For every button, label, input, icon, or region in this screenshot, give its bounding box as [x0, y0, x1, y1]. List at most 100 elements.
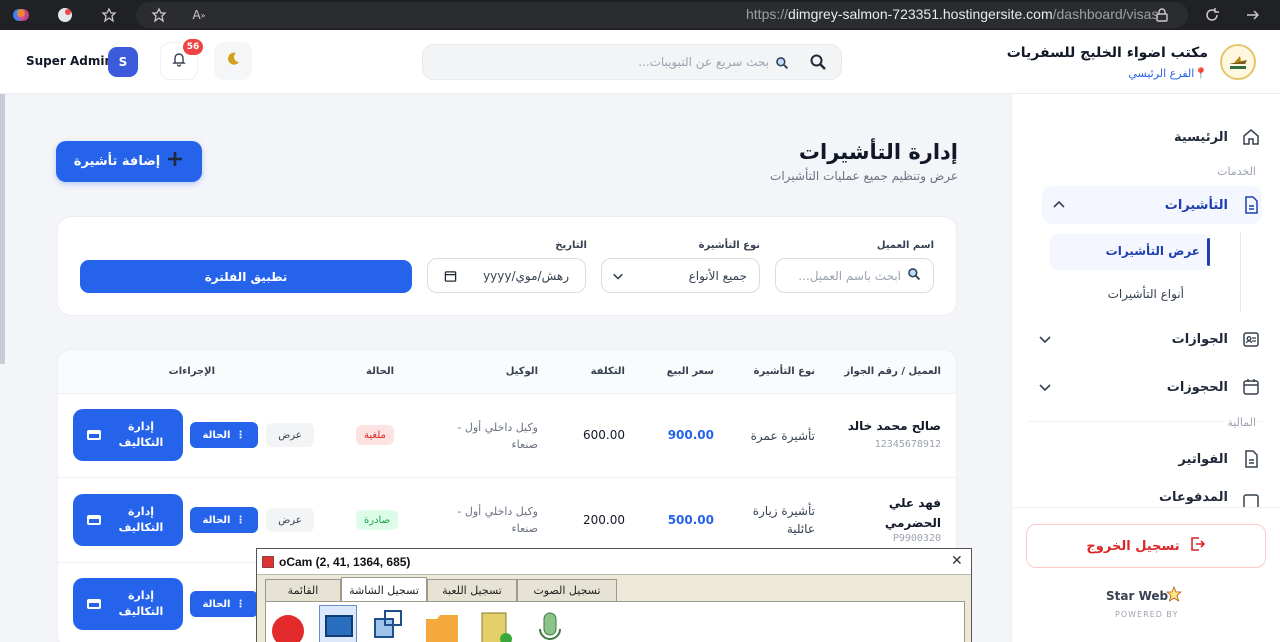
- row1-view-button[interactable]: عرض: [266, 423, 314, 447]
- ocam-tab-audio-record[interactable]: تسجيل الصوت: [517, 579, 617, 601]
- client-label: اسم العميل: [876, 240, 934, 251]
- ocam-tab-screen-record[interactable]: تسجيل الشاشة: [341, 577, 427, 602]
- pin-icon: 📍: [1194, 67, 1208, 80]
- invoice-icon: [1240, 448, 1262, 470]
- row3-status-button[interactable]: ⋮ الحالة: [190, 591, 258, 617]
- read-aloud-icon[interactable]: A»: [190, 6, 208, 24]
- brand-name: مكتب اضواء الخليج للسفريات: [1006, 45, 1208, 61]
- row1-passport: 12345678912: [874, 439, 941, 450]
- sidebar-subitem-visa-types[interactable]: أنواع التأشيرات: [1108, 287, 1184, 301]
- home-icon: [1240, 126, 1262, 148]
- date-input[interactable]: yyyy/رهش/موي: [427, 258, 586, 293]
- row1-costs-button[interactable]: إدارة التكاليف: [73, 409, 183, 461]
- th-actions: الإجراءات: [168, 366, 215, 377]
- copilot-icon[interactable]: [12, 6, 30, 24]
- moon-icon: [225, 51, 241, 71]
- apply-filter-button[interactable]: تطبيق الفلترة: [80, 260, 412, 293]
- row1-status-button[interactable]: ⋮ الحالة: [190, 422, 258, 448]
- wallet-icon: [87, 599, 101, 609]
- search-emoji-icon: [775, 55, 789, 74]
- row2-view-button[interactable]: عرض: [266, 508, 314, 532]
- app-header: Super Admin S 56 بحث سريع عن التبويبات..…: [0, 30, 1280, 94]
- th-status: الحالة: [366, 366, 394, 377]
- favorite-icon[interactable]: [150, 6, 168, 24]
- browser-toolbar: A» https://dimgrey-salmon-723351.hosting…: [0, 0, 1280, 30]
- type-label: نوع التأشيرة: [698, 240, 760, 251]
- ocam-titlebar[interactable]: oCam (2, 41, 1364, 685) ✕: [257, 549, 971, 575]
- id-card-icon: [1240, 328, 1262, 350]
- chevron-down-icon: [1038, 380, 1052, 398]
- search-icon: [907, 267, 921, 284]
- codec-icon[interactable]: [477, 605, 515, 642]
- resize-icon[interactable]: [369, 605, 407, 642]
- forward-icon[interactable]: [1244, 6, 1262, 24]
- microphone-icon[interactable]: [531, 605, 569, 642]
- logout-icon: [1188, 535, 1206, 557]
- row-divider: [58, 477, 956, 478]
- page-title: إدارة التأشيرات: [798, 140, 958, 164]
- url-text[interactable]: https://dimgrey-salmon-723351.hostingers…: [746, 6, 1158, 22]
- avatar[interactable]: S: [108, 47, 138, 77]
- row1-client-name: صالح محمد خالد: [847, 419, 941, 433]
- sidebar-item-bookings[interactable]: الحجوزات: [1028, 368, 1262, 406]
- row1-agent: وكيل داخلي أول - صنعاء: [457, 421, 538, 451]
- row3-costs-button[interactable]: إدارة التكاليف: [73, 578, 183, 630]
- chevron-up-icon: [1052, 198, 1066, 216]
- th-cost: التكلفة: [590, 366, 625, 377]
- calendar-icon: [444, 270, 457, 286]
- row2-status-badge: صادرة: [356, 510, 399, 530]
- sidebar-item-visas[interactable]: التأشيرات: [1042, 186, 1262, 224]
- add-visa-button[interactable]: إضافة تأشيرة: [56, 141, 202, 182]
- user-name[interactable]: Super Admin: [26, 54, 113, 68]
- row2-status-button[interactable]: ⋮ الحالة: [190, 507, 258, 533]
- row2-cost: 200.00: [583, 513, 625, 527]
- sidebar-item-invoices[interactable]: الفواتير: [1028, 440, 1262, 478]
- close-icon[interactable]: ✕: [951, 553, 963, 569]
- ocam-tab-game-record[interactable]: تسجيل اللعبة: [427, 579, 517, 601]
- row1-cost: 600.00: [583, 428, 625, 442]
- sidebar-footer-edge: [1012, 508, 1280, 522]
- chevron-down-icon: [1038, 332, 1052, 350]
- visa-type-select[interactable]: جميع الأنواع: [601, 258, 760, 293]
- row2-agent: وكيل داخلي أول - صنعاء: [457, 505, 538, 535]
- th-visa-type: نوع التأشيرة: [753, 366, 815, 377]
- menu-icon: ⋮: [235, 514, 246, 526]
- lock-icon[interactable]: [1153, 6, 1171, 24]
- sidebar-subitem-visas-view[interactable]: عرض التأشيرات: [1050, 234, 1210, 270]
- refresh-icon[interactable]: [1203, 6, 1221, 24]
- wallet-icon: [87, 515, 101, 525]
- ocam-tab-menu[interactable]: القائمة: [265, 579, 341, 601]
- th-agent: الوكيل: [505, 366, 538, 377]
- star-icon: [1165, 585, 1183, 606]
- sidebar-item-passports[interactable]: الجوازات: [1028, 320, 1262, 358]
- row1-status-badge: ملغية: [356, 425, 394, 445]
- date-label: التاريخ: [555, 240, 587, 251]
- search-placeholder: بحث سريع عن التبويبات...: [638, 55, 769, 69]
- submenu-line: [1240, 232, 1241, 312]
- page-subtitle: عرض وتنظيم جميع عمليات التأشيرات: [770, 169, 958, 183]
- section-label-services: الخدمات: [1217, 165, 1256, 178]
- document-icon: [1240, 194, 1262, 216]
- row2-costs-button[interactable]: إدارة التكاليف: [73, 494, 183, 546]
- bell-icon: [171, 51, 187, 71]
- th-sale-price: سعر البيع: [666, 366, 714, 377]
- theme-toggle-button[interactable]: [214, 42, 252, 80]
- ocam-window: oCam (2, 41, 1364, 685) ✕ القائمة تسجيل …: [256, 548, 972, 642]
- sidebar-item-payments[interactable]: المدفوعات: [1028, 490, 1262, 510]
- row2-passport: P9900320: [892, 533, 941, 544]
- record-icon[interactable]: [269, 605, 307, 642]
- menu-icon: ⋮: [235, 598, 246, 610]
- tracking-icon[interactable]: [56, 6, 74, 24]
- active-indicator: [1207, 238, 1210, 266]
- chevron-down-icon: [612, 270, 624, 285]
- screen-capture-icon[interactable]: [319, 605, 357, 642]
- sidebar-item-home[interactable]: الرئيسية: [1028, 118, 1262, 156]
- tab-actions-icon[interactable]: [100, 6, 118, 24]
- section-label-finance: المالية: [1223, 416, 1256, 429]
- logout-button[interactable]: تسجيل الخروج: [1026, 524, 1266, 568]
- folder-icon[interactable]: [423, 605, 461, 642]
- plus-icon: [166, 150, 184, 173]
- client-search-input[interactable]: ابحث باسم العميل...: [775, 258, 934, 293]
- ocam-app-icon: [262, 556, 274, 568]
- global-search[interactable]: بحث سريع عن التبويبات...: [422, 44, 842, 80]
